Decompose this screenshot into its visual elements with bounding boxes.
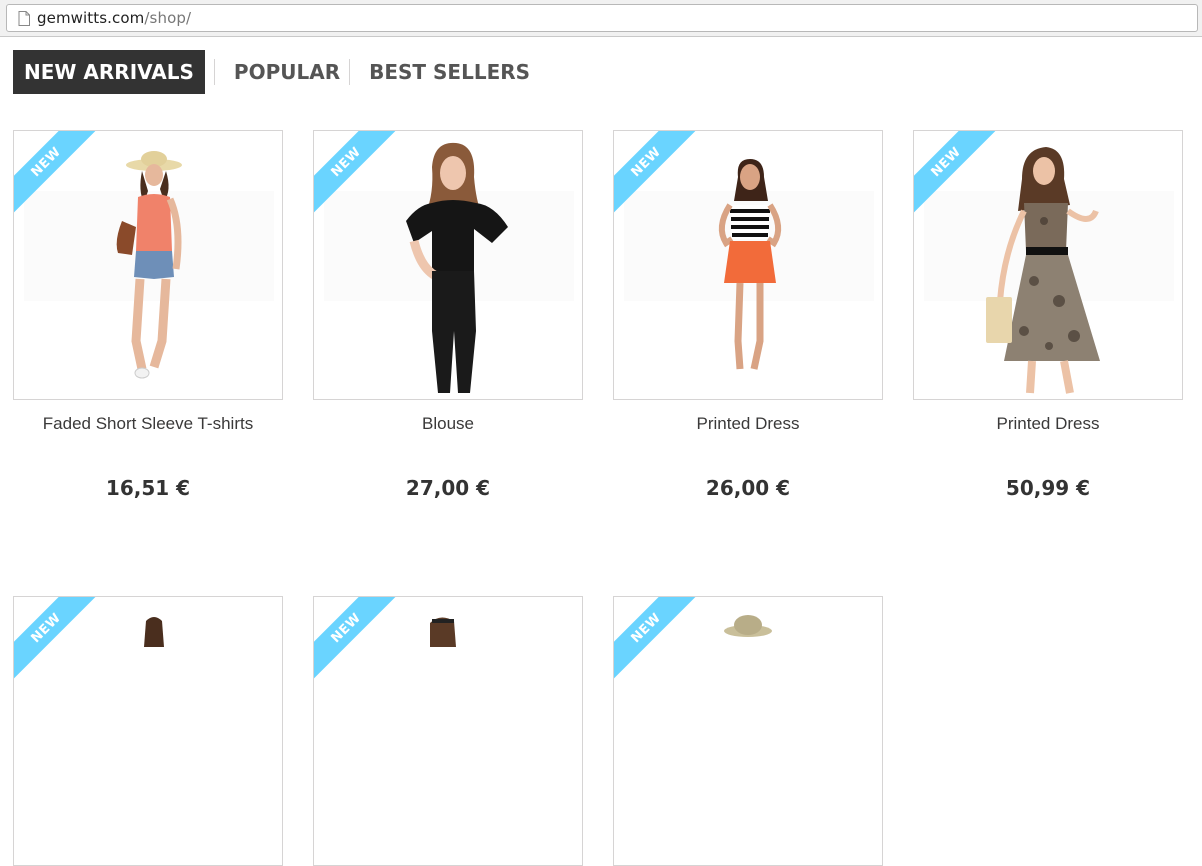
product-tabs: NEW ARRIVALS POPULAR BEST SELLERS [13,50,530,94]
tab-new-arrivals[interactable]: NEW ARRIVALS [13,50,205,94]
url-domain: gemwitts.com [37,9,145,27]
product-image[interactable]: NEW [613,130,883,400]
new-badge: NEW [314,131,400,217]
new-ribbon: NEW [14,131,100,217]
new-ribbon: NEW [614,597,700,683]
address-bar[interactable]: gemwitts.com/shop/ [6,4,1198,32]
product-image[interactable]: NEW [913,130,1183,400]
product-name[interactable]: Printed Dress [613,414,883,434]
product-name[interactable]: Printed Dress [913,414,1183,434]
page-icon [11,5,37,31]
new-badge: NEW [314,597,400,683]
new-ribbon: NEW [614,131,700,217]
new-ribbon: NEW [314,131,400,217]
tab-divider [349,59,351,85]
new-ribbon: NEW [314,597,400,683]
tab-divider [213,59,215,85]
product-price: 50,99 € [1005,476,1091,500]
new-badge: NEW [14,597,100,683]
product-image[interactable]: NEW [313,130,583,400]
new-ribbon: NEW [914,131,1000,217]
product-price: 26,00 € [705,476,791,500]
new-badge: NEW [614,131,700,217]
product-image[interactable]: NEW [13,130,283,400]
tab-best-sellers[interactable]: BEST SELLERS [369,50,530,94]
new-badge: NEW [14,131,100,217]
new-ribbon: NEW [14,597,100,683]
tab-popular[interactable]: POPULAR [234,50,340,94]
url-path: /shop/ [144,9,192,27]
new-badge: NEW [914,131,1000,217]
product-price: 27,00 € [405,476,491,500]
new-badge: NEW [614,597,700,683]
address-url[interactable]: gemwitts.com/shop/ [37,9,191,27]
product-price: 16,51 € [105,476,191,500]
product-name[interactable]: Blouse [313,414,583,434]
browser-toolbar: gemwitts.com/shop/ [0,0,1202,37]
product-name[interactable]: Faded Short Sleeve T-shirts [13,414,283,434]
